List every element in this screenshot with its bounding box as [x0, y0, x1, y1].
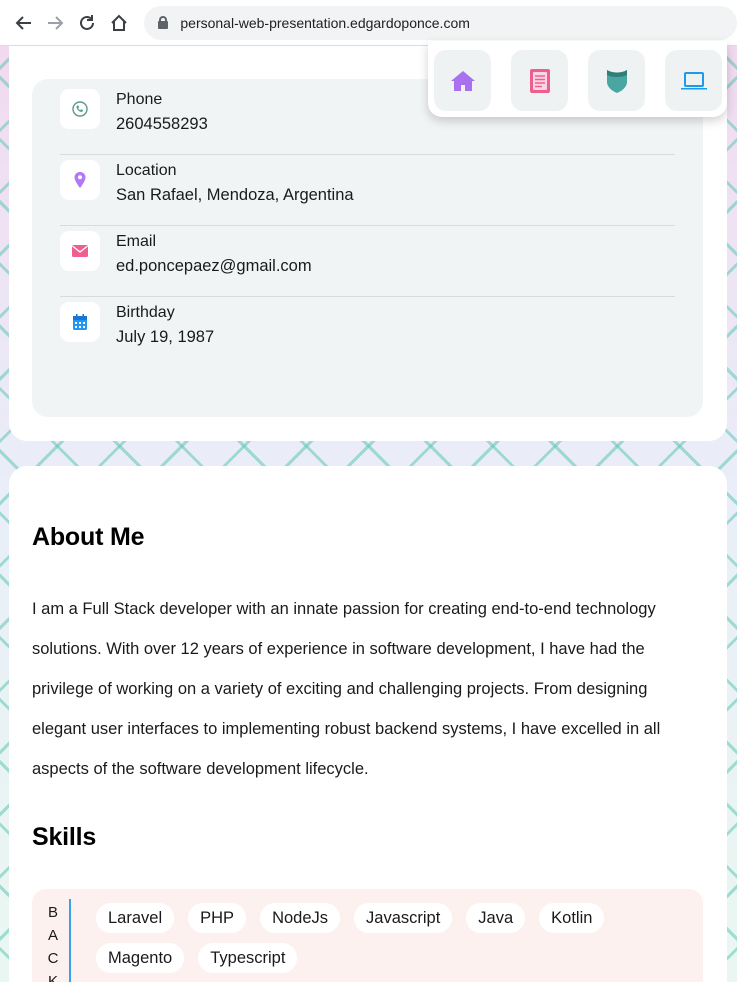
envelope-icon: [60, 231, 100, 271]
shield-icon: [606, 69, 627, 93]
contact-row-location: Location San Rafael, Mendoza, Argentina: [60, 155, 675, 226]
contact-row-birthday: Birthday July 19, 1987: [60, 297, 675, 368]
phone-icon: [60, 89, 100, 129]
contact-value: July 19, 1987: [116, 328, 215, 346]
forward-arrow-icon: [48, 15, 64, 30]
address-bar[interactable]: personal-web-presentation.edgardoponce.c…: [144, 5, 737, 40]
nav-resume-button[interactable]: [511, 50, 568, 111]
about-title: About Me: [32, 523, 145, 551]
skill-chip: Java: [466, 903, 526, 933]
skill-chip: NodeJs: [260, 903, 341, 933]
calendar-icon: [60, 302, 100, 342]
skill-chip: Kotlin: [539, 903, 605, 933]
skills-divider: [69, 899, 71, 982]
browser-home-icon: [110, 14, 127, 31]
home-icon: [450, 70, 475, 91]
about-card: About Me I am a Full Stack developer wit…: [9, 466, 727, 982]
skill-chip: Javascript: [354, 903, 453, 933]
about-text: I am a Full Stack developer with an inna…: [32, 600, 661, 778]
category-letter: B: [47, 904, 58, 921]
url-text: personal-web-presentation.edgardoponce.c…: [180, 14, 470, 31]
skill-chip: PHP: [188, 903, 247, 933]
contact-label: Birthday: [116, 304, 175, 321]
reload-icon: [80, 14, 94, 30]
forward-button[interactable]: [40, 7, 72, 39]
contact-label: Email: [116, 233, 157, 250]
location-pin-icon: [60, 160, 100, 200]
back-button[interactable]: [8, 7, 40, 39]
contact-list: Phone 2604558293 Location San Rafael, Me…: [32, 79, 703, 417]
skill-chip: Typescript: [198, 943, 298, 973]
nav-home-button[interactable]: [434, 50, 491, 111]
nav-skills-button[interactable]: [588, 50, 645, 111]
contact-label: Location: [116, 162, 177, 179]
laptop-icon: [680, 71, 707, 89]
skills-title: Skills: [32, 823, 97, 851]
contact-label: Phone: [116, 91, 163, 108]
contact-value: San Rafael, Mendoza, Argentina: [116, 186, 354, 204]
skill-chip: Magento: [96, 943, 185, 973]
category-letter: A: [47, 927, 58, 944]
back-arrow-icon: [15, 15, 31, 30]
lock-icon: [158, 16, 169, 29]
skills-box-backend: B A C K Laravel PHP NodeJs Javascript Ja…: [32, 889, 703, 982]
category-letter: C: [47, 950, 59, 967]
skills-chips: Laravel PHP NodeJs Javascript Java Kotli…: [96, 903, 696, 973]
skill-chip: Laravel: [96, 903, 175, 933]
document-icon: [529, 68, 550, 93]
category-letter: K: [47, 973, 58, 982]
home-button[interactable]: [103, 7, 135, 39]
contact-value[interactable]: 2604558293: [116, 115, 208, 134]
reload-button[interactable]: [71, 7, 103, 39]
nav-projects-button[interactable]: [665, 50, 722, 111]
browser-toolbar: personal-web-presentation.edgardoponce.c…: [0, 0, 737, 46]
skills-category-label: B A C K: [46, 901, 60, 982]
contact-row-email: Email ed.poncepaez@gmail.com: [60, 226, 675, 297]
section-nav: [428, 41, 727, 117]
contact-value[interactable]: ed.poncepaez@gmail.com: [116, 257, 312, 276]
